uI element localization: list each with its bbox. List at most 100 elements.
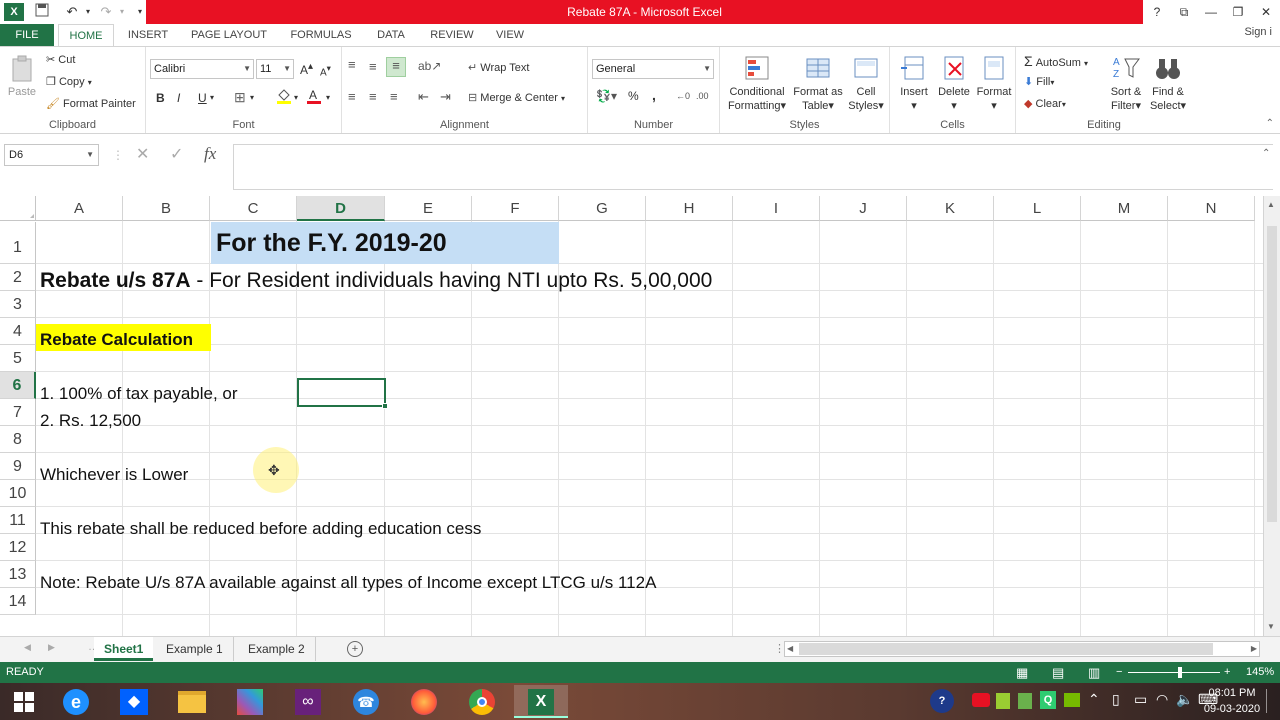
enter-icon[interactable]: ✓ bbox=[170, 144, 183, 164]
next-sheet-icon[interactable]: ▶ bbox=[48, 642, 55, 653]
find-select-button[interactable]: Find & Select▾ bbox=[1148, 53, 1188, 113]
help-tray-icon[interactable]: ? bbox=[930, 689, 954, 713]
copy-button[interactable]: ❐ Copy ▾ bbox=[46, 75, 92, 88]
row-header-7[interactable]: 7 bbox=[0, 399, 36, 426]
column-header-a[interactable]: A bbox=[36, 196, 123, 221]
media-app-icon[interactable] bbox=[228, 685, 272, 718]
nvidia-tray-icon[interactable] bbox=[1064, 693, 1080, 707]
font-color-dropdown-icon[interactable]: ▾ bbox=[326, 93, 330, 102]
show-desktop-button[interactable] bbox=[1266, 689, 1276, 713]
font-color-icon[interactable]: A bbox=[306, 87, 322, 108]
recorder-tray-icon[interactable] bbox=[972, 693, 990, 707]
app-tray-icon[interactable] bbox=[1018, 693, 1032, 709]
cell-a4[interactable]: Rebate Calculation bbox=[36, 330, 193, 350]
column-header-n[interactable]: N bbox=[1168, 196, 1255, 221]
column-header-f[interactable]: F bbox=[472, 196, 559, 221]
minimize-icon[interactable]: — bbox=[1197, 0, 1225, 24]
bottom-align-icon[interactable]: ≡ bbox=[386, 57, 406, 77]
usb-tray-icon[interactable]: ▯ bbox=[1112, 691, 1120, 708]
normal-view-icon[interactable]: ▦ bbox=[1016, 662, 1028, 683]
tab-file[interactable]: FILE bbox=[0, 24, 54, 46]
middle-align-icon[interactable]: ≡ bbox=[369, 59, 377, 74]
clock-date[interactable]: 09-03-2020 bbox=[1202, 703, 1262, 715]
currency-icon[interactable]: 💱▾ bbox=[596, 89, 617, 103]
cell-a11[interactable]: This rebate shall be reduced before addi… bbox=[36, 519, 481, 539]
column-header-k[interactable]: K bbox=[907, 196, 994, 221]
row-header-9[interactable]: 9 bbox=[0, 453, 36, 480]
sheet-tab-example1[interactable]: Example 1 bbox=[156, 637, 234, 661]
font-name-select[interactable]: Calibri ▼ bbox=[150, 59, 254, 79]
column-header-m[interactable]: M bbox=[1081, 196, 1168, 221]
formula-input[interactable] bbox=[233, 144, 1273, 190]
worksheet-grid[interactable]: ABCDEFGHIJKLMN 1 2 3 4 5 6 7 8 9 10 11 12 13 14 For t… bbox=[0, 196, 1263, 636]
underline-dropdown-icon[interactable]: ▾ bbox=[210, 93, 214, 102]
number-format-select[interactable]: General ▼ bbox=[592, 59, 714, 79]
add-sheet-icon[interactable]: + bbox=[347, 641, 363, 657]
column-header-g[interactable]: G bbox=[559, 196, 646, 221]
clock-time[interactable]: 08:01 PM bbox=[1202, 687, 1262, 699]
undo-dropdown-icon[interactable]: ▾ bbox=[78, 3, 98, 21]
row-header-5[interactable]: 5 bbox=[0, 345, 36, 372]
vertical-scrollbar[interactable]: ▲ ▼ bbox=[1263, 196, 1280, 636]
sheet-tab-example2[interactable]: Example 2 bbox=[238, 637, 316, 661]
page-break-view-icon[interactable]: ▥ bbox=[1088, 662, 1100, 683]
zoom-in-icon[interactable]: + bbox=[1224, 662, 1230, 683]
column-header-l[interactable]: L bbox=[994, 196, 1081, 221]
row-header-4[interactable]: 4 bbox=[0, 318, 36, 345]
row-header-8[interactable]: 8 bbox=[0, 426, 36, 453]
autosum-button[interactable]: Σ AutoSum ▾ bbox=[1024, 53, 1088, 69]
orientation-icon[interactable]: ab↗ bbox=[418, 59, 441, 73]
page-layout-view-icon[interactable]: ▤ bbox=[1052, 662, 1064, 683]
help-icon[interactable]: ? bbox=[1143, 0, 1171, 24]
tab-data[interactable]: DATA bbox=[370, 24, 412, 46]
insert-function-icon[interactable]: fx bbox=[204, 144, 216, 164]
tab-formulas[interactable]: FORMULAS bbox=[286, 24, 356, 46]
paste-button[interactable]: Paste bbox=[4, 53, 40, 99]
chrome-icon[interactable] bbox=[460, 685, 504, 718]
cell-a6[interactable]: 1. 100% of tax payable, or bbox=[36, 384, 238, 404]
excel-app-icon[interactable]: X bbox=[4, 3, 24, 21]
conditional-formatting-button[interactable]: Conditional Formatting▾ bbox=[724, 53, 790, 113]
battery-tray-icon[interactable] bbox=[996, 693, 1010, 709]
fill-button[interactable]: ⬇ Fill▾ bbox=[1024, 75, 1054, 88]
merge-center-button[interactable]: ⊟ Merge & Center ▾ bbox=[468, 91, 565, 104]
cell-a13[interactable]: Note: Rebate U/s 87A available against a… bbox=[36, 573, 656, 593]
close-icon[interactable]: ✕ bbox=[1252, 0, 1280, 24]
top-align-icon[interactable]: ≡ bbox=[348, 57, 356, 72]
tab-review[interactable]: REVIEW bbox=[426, 24, 478, 46]
row-header-2[interactable]: 2 bbox=[0, 264, 36, 291]
format-painter-button[interactable]: 🖌 Format Painter bbox=[46, 97, 136, 110]
scroll-right-icon[interactable]: ▶ bbox=[1251, 644, 1257, 653]
percent-button[interactable]: % bbox=[628, 89, 639, 103]
column-header-b[interactable]: B bbox=[123, 196, 210, 221]
name-box[interactable]: D6 ▼ bbox=[4, 144, 99, 166]
underline-button[interactable]: U bbox=[198, 91, 207, 105]
visual-studio-icon[interactable]: ∞ bbox=[286, 685, 330, 718]
save-icon[interactable] bbox=[32, 3, 52, 21]
column-header-h[interactable]: H bbox=[646, 196, 733, 221]
row-header-1[interactable]: 1 bbox=[0, 222, 36, 264]
scroll-down-icon[interactable]: ▼ bbox=[1267, 622, 1275, 631]
clear-button[interactable]: ◆ Clear▾ bbox=[1024, 97, 1066, 110]
column-header-d[interactable]: D bbox=[297, 196, 385, 221]
comma-button[interactable]: , bbox=[652, 87, 656, 103]
wrap-text-button[interactable]: ↵ Wrap Text bbox=[468, 61, 529, 74]
collapse-ribbon-icon[interactable]: ⌃ bbox=[1266, 118, 1274, 129]
italic-button[interactable]: I bbox=[177, 91, 180, 105]
network-tray-icon[interactable]: ▭ bbox=[1134, 691, 1147, 708]
row-header-11[interactable]: 11 bbox=[0, 507, 36, 534]
tab-page-layout[interactable]: PAGE LAYOUT bbox=[186, 24, 272, 46]
cell-a7[interactable]: 2. Rs. 12,500 bbox=[36, 411, 141, 431]
selected-cell-d6[interactable] bbox=[297, 378, 386, 407]
firefox-icon[interactable] bbox=[402, 685, 446, 718]
zoom-slider[interactable] bbox=[1128, 672, 1220, 673]
scroll-left-icon[interactable]: ◀ bbox=[787, 644, 793, 653]
bold-button[interactable]: B bbox=[156, 91, 165, 105]
tray-chevron-icon[interactable]: ⌃ bbox=[1088, 691, 1100, 708]
dialpad-app-icon[interactable]: ☎ bbox=[344, 685, 388, 718]
increase-indent-icon[interactable]: ⇥ bbox=[440, 89, 451, 105]
fill-handle[interactable] bbox=[382, 403, 388, 409]
row-header-3[interactable]: 3 bbox=[0, 291, 36, 318]
fill-dropdown-icon[interactable]: ▾ bbox=[294, 93, 298, 102]
cut-button[interactable]: ✂ Cut bbox=[46, 53, 75, 66]
